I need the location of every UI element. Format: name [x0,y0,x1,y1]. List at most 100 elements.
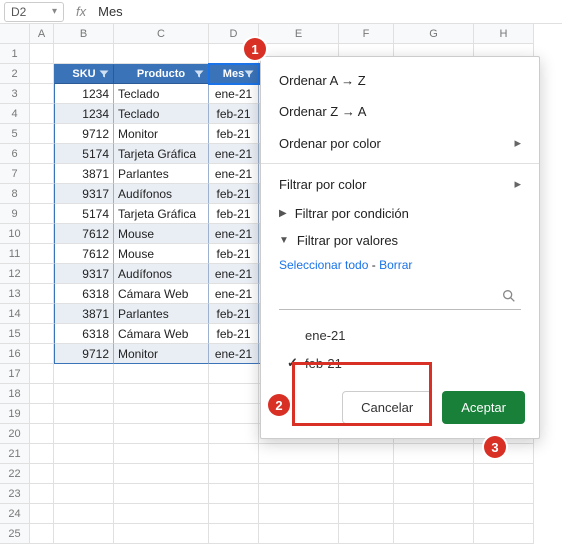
table-cell[interactable]: Mouse [114,224,209,244]
select-all-corner[interactable] [0,24,30,44]
cell[interactable] [474,504,534,524]
row-header-9[interactable]: 9 [0,204,30,224]
table-cell[interactable]: 7612 [54,244,114,264]
row-header-3[interactable]: 3 [0,84,30,104]
row-header-23[interactable]: 23 [0,484,30,504]
cell[interactable] [30,264,54,284]
cell[interactable] [30,464,54,484]
table-cell[interactable]: feb-21 [209,324,259,344]
table-cell[interactable]: Monitor [114,344,209,364]
accept-button[interactable]: Aceptar [442,391,525,424]
cell[interactable] [259,504,339,524]
cell[interactable] [394,444,474,464]
cell[interactable] [30,204,54,224]
cell[interactable] [30,484,54,504]
table-cell[interactable]: Audífonos [114,264,209,284]
name-box[interactable]: D2 ▾ [4,2,64,22]
row-header-21[interactable]: 21 [0,444,30,464]
table-cell[interactable]: 7612 [54,224,114,244]
cell[interactable] [209,504,259,524]
cell[interactable] [30,424,54,444]
formula-value[interactable]: Mes [98,4,123,19]
table-cell[interactable]: Tarjeta Gráfica [114,204,209,224]
row-header-19[interactable]: 19 [0,404,30,424]
table-cell[interactable]: 9317 [54,184,114,204]
filter-by-values[interactable]: ▼ Filtrar por valores [261,227,539,254]
table-cell[interactable]: feb-21 [209,204,259,224]
cell[interactable] [339,444,394,464]
cell[interactable] [209,524,259,544]
column-header-G[interactable]: G [394,24,474,44]
cell[interactable] [30,244,54,264]
cell[interactable] [114,424,209,444]
table-cell[interactable]: ene-21 [209,144,259,164]
cell[interactable] [394,504,474,524]
cell[interactable] [30,224,54,244]
column-header-E[interactable]: E [259,24,339,44]
table-cell[interactable]: 3871 [54,304,114,324]
table-cell[interactable]: 9317 [54,264,114,284]
cell[interactable] [394,484,474,504]
row-header-1[interactable]: 1 [0,44,30,64]
cell[interactable] [114,384,209,404]
cell[interactable] [30,304,54,324]
cell[interactable] [209,484,259,504]
cell[interactable] [30,124,54,144]
cell[interactable] [259,464,339,484]
table-cell[interactable]: Tarjeta Gráfica [114,144,209,164]
table-cell[interactable]: 6318 [54,324,114,344]
row-header-13[interactable]: 13 [0,284,30,304]
cell[interactable] [30,384,54,404]
table-cell[interactable]: Cámara Web [114,324,209,344]
table-cell[interactable]: ene-21 [209,224,259,244]
filter-by-condition[interactable]: ▶ Filtrar por condición [261,200,539,227]
row-header-11[interactable]: 11 [0,244,30,264]
cell[interactable] [209,404,259,424]
row-header-5[interactable]: 5 [0,124,30,144]
cell[interactable] [54,44,114,64]
table-cell[interactable]: ene-21 [209,164,259,184]
table-cell[interactable]: Teclado [114,84,209,104]
sort-by-color[interactable]: Ordenar por color ▸ [261,127,539,159]
cell[interactable] [54,504,114,524]
cell[interactable] [54,484,114,504]
table-cell[interactable]: 6318 [54,284,114,304]
row-header-20[interactable]: 20 [0,424,30,444]
cell[interactable] [114,444,209,464]
row-header-18[interactable]: 18 [0,384,30,404]
row-header-6[interactable]: 6 [0,144,30,164]
cell[interactable] [54,444,114,464]
table-cell[interactable]: feb-21 [209,124,259,144]
table-cell[interactable]: Monitor [114,124,209,144]
cell[interactable] [114,504,209,524]
filter-by-color[interactable]: Filtrar por color ▸ [261,168,539,200]
row-header-12[interactable]: 12 [0,264,30,284]
row-header-14[interactable]: 14 [0,304,30,324]
table-header-sku[interactable]: SKU [54,64,114,84]
filter-icon[interactable] [97,67,111,81]
column-header-A[interactable]: A [30,24,54,44]
cell[interactable] [259,524,339,544]
cell[interactable] [114,464,209,484]
cell[interactable] [30,444,54,464]
table-cell[interactable]: 1234 [54,84,114,104]
table-cell[interactable]: feb-21 [209,244,259,264]
cell[interactable] [114,44,209,64]
cell[interactable] [30,84,54,104]
cell[interactable] [474,524,534,544]
cell[interactable] [209,444,259,464]
cell[interactable] [209,424,259,444]
table-cell[interactable]: Parlantes [114,304,209,324]
cell[interactable] [54,424,114,444]
cell[interactable] [30,184,54,204]
table-cell[interactable]: 3871 [54,164,114,184]
filter-value-item[interactable]: ene-21 [279,322,521,349]
row-header-22[interactable]: 22 [0,464,30,484]
cell[interactable] [30,404,54,424]
select-all-link[interactable]: Seleccionar todo [279,258,368,272]
row-header-4[interactable]: 4 [0,104,30,124]
cell[interactable] [394,464,474,484]
table-cell[interactable]: Audífonos [114,184,209,204]
table-cell[interactable]: 5174 [54,144,114,164]
cell[interactable] [259,484,339,504]
